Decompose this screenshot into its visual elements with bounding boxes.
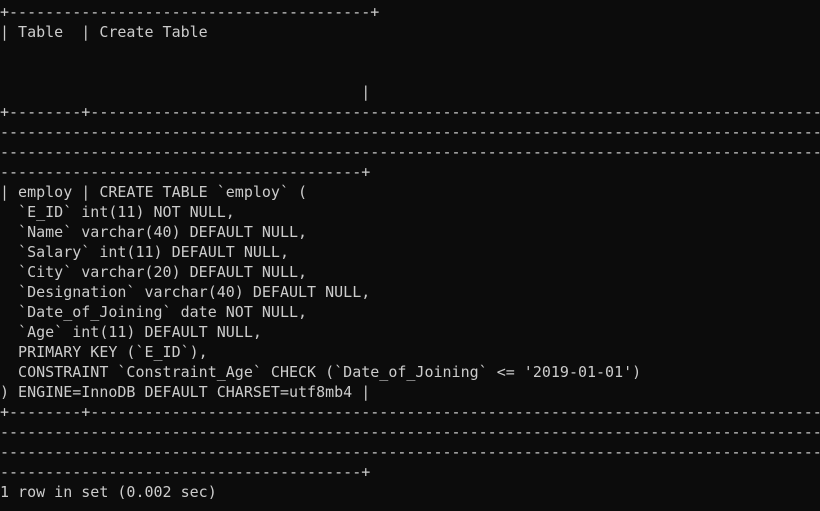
terminal-line: ----------------------------------------… (0, 143, 820, 161)
terminal-line: `Designation` varchar(40) DEFAULT NULL, (0, 283, 371, 301)
terminal-line: 1 row in set (0.002 sec) (0, 483, 217, 501)
terminal-line: ----------------------------------------… (0, 163, 371, 181)
terminal-line: ) ENGINE=InnoDB DEFAULT CHARSET=utf8mb4 … (0, 383, 371, 401)
terminal-line: CONSTRAINT `Constraint_Age` CHECK (`Date… (0, 363, 642, 381)
terminal-line: | employ | CREATE TABLE `employ` ( (0, 183, 308, 201)
terminal-line: +---------------------------------------… (0, 3, 380, 21)
terminal-line: ----------------------------------------… (0, 423, 820, 441)
terminal-line: `E_ID` int(11) NOT NULL, (0, 203, 235, 221)
terminal-line: +--------+------------------------------… (0, 103, 820, 121)
terminal-line: ----------------------------------------… (0, 123, 820, 141)
terminal-line: +--------+------------------------------… (0, 403, 820, 421)
terminal-output[interactable]: +---------------------------------------… (0, 0, 820, 511)
terminal-line: `Date_of_Joining` date NOT NULL, (0, 303, 308, 321)
terminal-line: ----------------------------------------… (0, 443, 820, 461)
terminal-line: ----------------------------------------… (0, 463, 371, 481)
terminal-line: `Age` int(11) DEFAULT NULL, (0, 323, 262, 341)
terminal-line: PRIMARY KEY (`E_ID`), (0, 343, 208, 361)
terminal-line: | (0, 83, 371, 101)
terminal-line: `Salary` int(11) DEFAULT NULL, (0, 243, 289, 261)
terminal-line: | Table | Create Table (0, 23, 208, 41)
terminal-line: `City` varchar(20) DEFAULT NULL, (0, 263, 308, 281)
terminal-line: `Name` varchar(40) DEFAULT NULL, (0, 223, 308, 241)
